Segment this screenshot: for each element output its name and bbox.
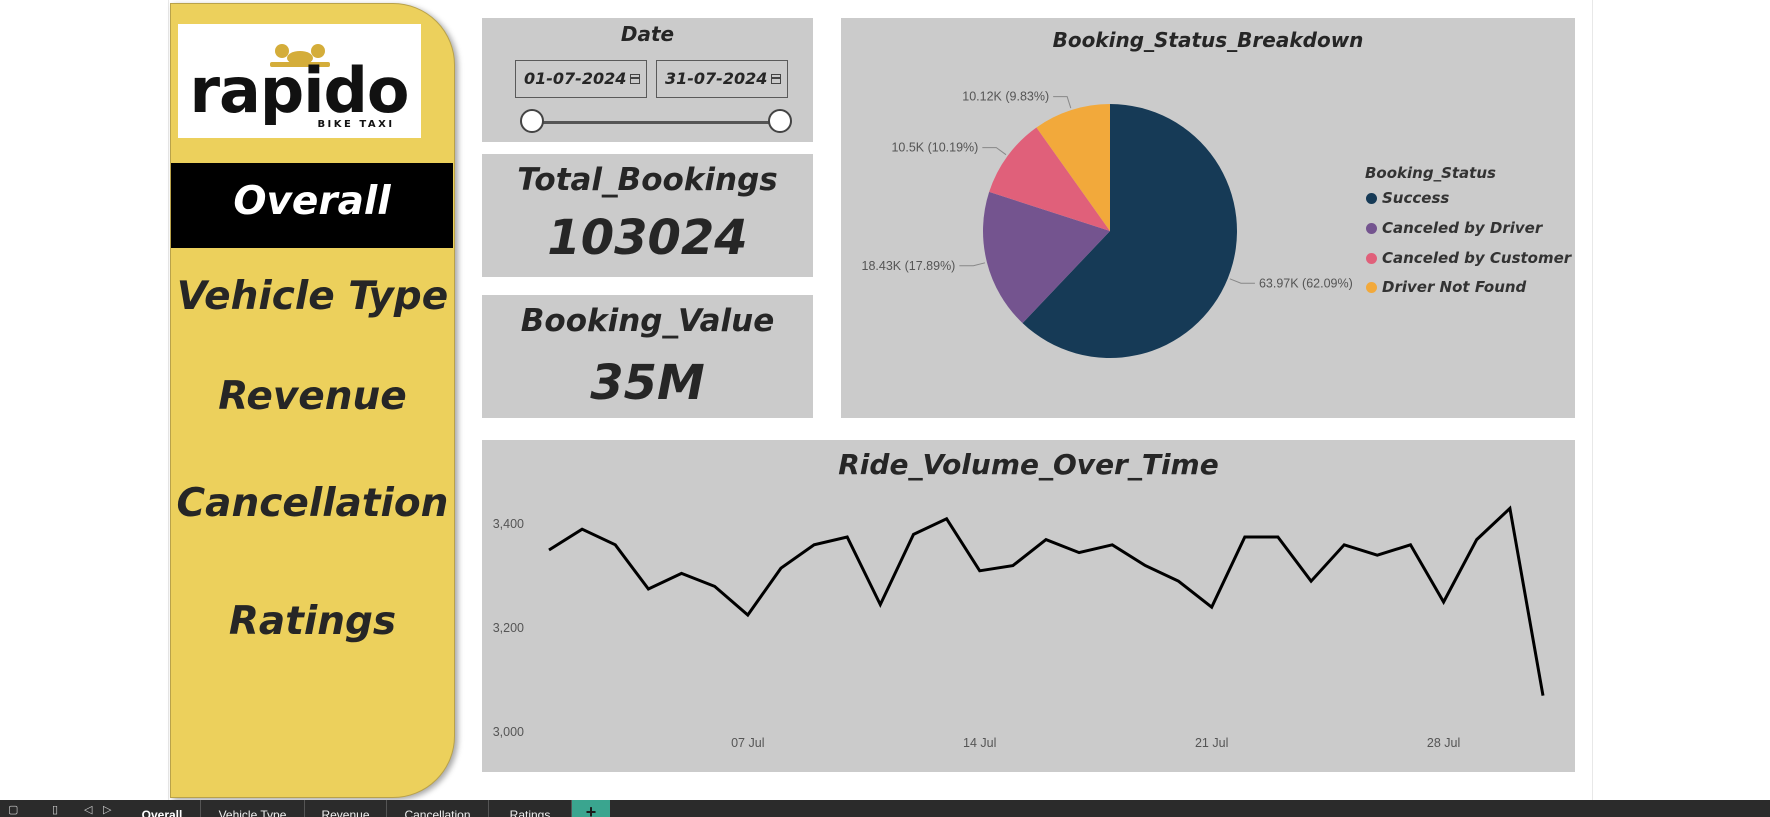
navigation-sidebar: rapido BIKE TAXI Overall Vehicle Type Re… — [170, 3, 455, 798]
legend-label: Driver Not Found — [1382, 278, 1527, 296]
legend-dot — [1366, 253, 1377, 264]
pie-data-label: 10.5K (10.19%) — [891, 141, 978, 155]
logo-tagline-text: BIKE TAXI — [317, 119, 394, 130]
ride-volume-chart[interactable]: 3,000 3,200 3,400 07 Jul 14 Jul 21 Jul 28 Jul — [482, 440, 1575, 772]
next-page-icon[interactable]: ▷ — [103, 803, 111, 817]
tab-vehicle-type[interactable]: Vehicle Type — [201, 800, 305, 817]
x-tick-label: 07 Jul — [731, 736, 764, 750]
booking-value-value: 35M — [590, 355, 705, 411]
pie-leader-line — [959, 262, 986, 267]
legend-dot — [1366, 223, 1377, 234]
start-date-value: 01-07-2024 — [524, 69, 627, 88]
y-tick-label: 3,400 — [493, 517, 524, 531]
tab-overall[interactable]: Overall — [124, 800, 201, 817]
legend-item-canceled-by-customer[interactable]: Canceled by Customer — [1366, 249, 1571, 267]
x-tick-label: 28 Jul — [1427, 736, 1460, 750]
legend-item-driver-not-found[interactable]: Driver Not Found — [1366, 278, 1526, 296]
pie-leader-line — [982, 147, 1007, 156]
nav-ratings[interactable]: Ratings — [171, 599, 454, 644]
nav-vehicle-type[interactable]: Vehicle Type — [171, 274, 454, 319]
tab-revenue[interactable]: Revenue — [305, 800, 387, 817]
tab-cancellation[interactable]: Cancellation — [387, 800, 489, 817]
legend-label: Canceled by Customer — [1382, 249, 1572, 267]
logo-brand-text: rapido — [189, 54, 408, 127]
calendar-icon[interactable] — [630, 74, 640, 84]
tab-ratings[interactable]: Ratings — [489, 800, 572, 817]
legend-label: Success — [1382, 189, 1450, 207]
legend-dot — [1366, 282, 1377, 293]
end-date-input[interactable]: 31-07-2024 — [656, 60, 788, 98]
pie-data-label: 63.97K (62.09%) — [1259, 276, 1353, 290]
legend-item-canceled-by-driver[interactable]: Canceled by Driver — [1366, 219, 1542, 237]
canvas-border-right — [1592, 0, 1593, 800]
legend-label: Canceled by Driver — [1382, 219, 1543, 237]
mobile-layout-icon[interactable]: ▯ — [52, 803, 58, 817]
pie-legend-title: Booking_Status — [1365, 164, 1496, 182]
total-bookings-card: Total_Bookings 103024 — [482, 154, 813, 277]
pie-data-label: 18.43K (17.89%) — [862, 259, 956, 273]
x-tick-label: 14 Jul — [963, 736, 996, 750]
nav-revenue[interactable]: Revenue — [171, 374, 454, 419]
date-range-track[interactable] — [532, 121, 780, 124]
canvas-border-left — [168, 0, 169, 800]
pie-leader-line — [1229, 278, 1255, 284]
total-bookings-title: Total_Bookings — [517, 162, 778, 198]
legend-dot — [1366, 193, 1377, 204]
previous-page-icon[interactable]: ◁ — [84, 803, 92, 817]
start-date-input[interactable]: 01-07-2024 — [515, 60, 647, 98]
add-page-button[interactable]: + — [572, 800, 610, 817]
y-tick-label: 3,000 — [493, 725, 524, 739]
booking-value-title: Booking_Value — [520, 303, 775, 339]
nav-overall[interactable]: Overall — [171, 163, 453, 248]
booking-status-pie[interactable]: 63.97K (62.09%) 18.43K (17.89%) 10.5K (10.… — [841, 18, 1575, 418]
pie-data-label: 10.12K (9.83%) — [962, 90, 1049, 104]
page-tab-bar: ▢ ▯ ◁ ▷ Overall Vehicle Type Revenue Can… — [0, 800, 1770, 817]
booking-value-card: Booking_Value 35M — [482, 295, 813, 418]
date-slicer-title: Date — [620, 22, 675, 46]
date-slicer: Date 01-07-2024 31-07-2024 — [482, 18, 813, 142]
rapido-logo: rapido BIKE TAXI — [178, 24, 421, 138]
pie-leader-line — [1053, 96, 1072, 109]
end-date-value: 31-07-2024 — [665, 69, 768, 88]
y-tick-label: 3,200 — [493, 621, 524, 635]
legend-item-success[interactable]: Success — [1366, 189, 1449, 207]
total-bookings-value: 103024 — [547, 210, 748, 266]
date-range-end-handle[interactable] — [768, 109, 792, 133]
x-tick-label: 21 Jul — [1195, 736, 1228, 750]
nav-cancellation[interactable]: Cancellation — [171, 481, 454, 526]
ride-volume-line[interactable] — [548, 505, 1545, 696]
calendar-icon[interactable] — [771, 74, 781, 84]
date-range-start-handle[interactable] — [520, 109, 544, 133]
fit-page-icon[interactable]: ▢ — [8, 803, 18, 817]
